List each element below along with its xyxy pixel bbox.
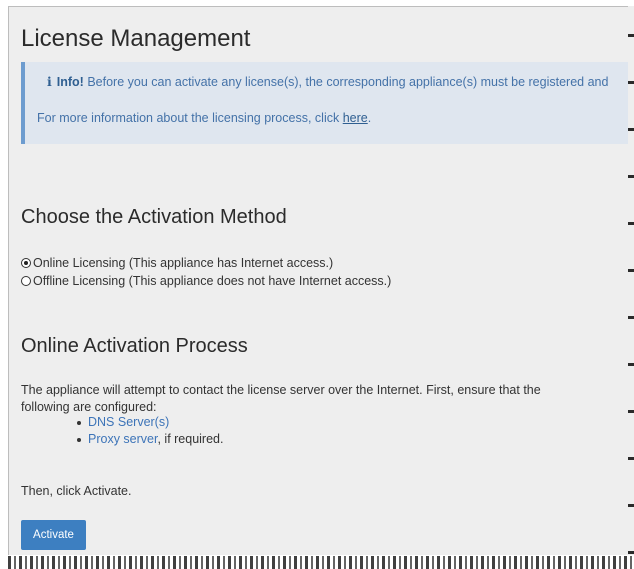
offline-licensing-radio[interactable] <box>21 276 31 286</box>
activation-method-heading: Choose the Activation Method <box>21 206 287 228</box>
proxy-server-suffix: , if required. <box>157 432 224 446</box>
info-icon: i <box>47 74 52 89</box>
here-link[interactable]: here <box>343 111 368 125</box>
license-page: License Management i Info! Before you can… <box>8 6 634 555</box>
offline-licensing-label: Offline Licensing (This appliance does n… <box>33 274 392 288</box>
info-message: Before you can activate any license(s), … <box>87 75 609 89</box>
page-title: License Management <box>21 25 251 52</box>
right-edge-artifact <box>628 6 634 554</box>
online-licensing-radio[interactable] <box>21 258 31 268</box>
activate-button[interactable]: Activate <box>21 520 86 550</box>
process-description: The appliance will attempt to contact th… <box>21 383 541 414</box>
then-instruction: Then, click Activate. <box>21 484 132 498</box>
proxy-server-link[interactable]: Proxy server <box>88 432 157 446</box>
more-info-suffix: . <box>367 111 372 125</box>
more-info-text: For more information about the licensing… <box>37 111 340 125</box>
info-label: Info! <box>56 75 84 89</box>
config-list: DNS Server(s) Proxy server, if required. <box>21 414 223 448</box>
info-message-line: i Info! Before you can activate any licen… <box>47 74 608 89</box>
list-item: DNS Server(s) <box>21 414 223 431</box>
list-item: Proxy server, if required. <box>21 431 223 448</box>
online-licensing-label: Online Licensing (This appliance has Int… <box>33 256 334 270</box>
info-alert: i Info! Before you can activate any licen… <box>21 62 634 144</box>
online-process-heading: Online Activation Process <box>21 335 248 357</box>
online-licensing-option[interactable]: Online Licensing (This appliance has Int… <box>21 256 333 270</box>
offline-licensing-option[interactable]: Offline Licensing (This appliance does n… <box>21 274 391 288</box>
bottom-edge-artifact <box>8 556 634 569</box>
more-info-line: For more information about the licensing… <box>37 111 371 125</box>
dns-server-link[interactable]: DNS Server(s) <box>88 415 169 429</box>
